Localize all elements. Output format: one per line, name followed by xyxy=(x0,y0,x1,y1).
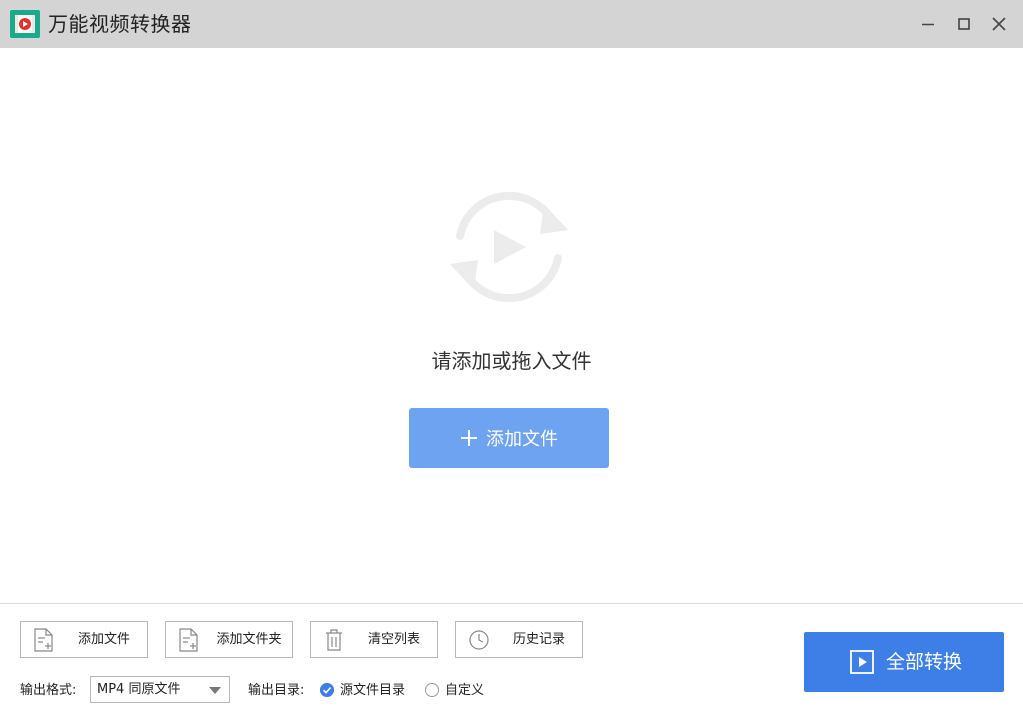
plus-icon xyxy=(461,430,477,446)
history-label: 历史记录 xyxy=(512,632,565,647)
add-file-icon xyxy=(34,628,53,652)
convert-all-label: 全部转换 xyxy=(886,651,963,673)
maximize-icon[interactable] xyxy=(954,14,974,34)
add-file-main-label: 添加文件 xyxy=(486,429,558,450)
add-folder-icon xyxy=(179,628,198,652)
clock-icon xyxy=(469,630,489,650)
minimize-icon[interactable] xyxy=(918,14,938,34)
add-file-button[interactable]: 添加文件 xyxy=(20,621,148,658)
close-icon[interactable] xyxy=(989,14,1009,34)
clear-list-label: 清空列表 xyxy=(367,632,420,647)
history-button[interactable]: 历史记录 xyxy=(455,621,583,658)
trash-icon xyxy=(326,629,342,651)
radio-custom-dir-label[interactable]: 自定义 xyxy=(445,683,484,699)
output-format-select[interactable]: MP4 同原文件 xyxy=(90,676,230,703)
title-bar: 万能视频转换器 xyxy=(0,0,1023,48)
convert-all-button[interactable]: 全部转换 xyxy=(804,632,1004,692)
radio-custom-dir[interactable] xyxy=(425,683,439,697)
radio-source-dir[interactable] xyxy=(320,683,334,697)
app-title: 万能视频转换器 xyxy=(48,12,192,36)
bottom-divider xyxy=(0,603,1023,604)
clear-list-button[interactable]: 清空列表 xyxy=(310,621,438,658)
output-format-value: MP4 同原文件 xyxy=(97,682,181,697)
output-format-label: 输出格式: xyxy=(20,683,77,698)
add-file-label: 添加文件 xyxy=(77,632,130,647)
output-dir-label: 输出目录: xyxy=(248,683,305,698)
chevron-down-icon xyxy=(209,687,221,694)
add-file-main-button[interactable]: 添加文件 xyxy=(409,408,609,468)
empty-prompt: 请添加或拖入文件 xyxy=(431,349,592,373)
add-folder-label: 添加文件夹 xyxy=(216,632,282,647)
play-icon xyxy=(850,650,874,674)
radio-source-dir-label[interactable]: 源文件目录 xyxy=(340,683,405,699)
add-folder-button[interactable]: 添加文件夹 xyxy=(165,621,293,658)
convert-video-icon xyxy=(450,191,568,303)
app-logo-icon xyxy=(10,10,40,38)
